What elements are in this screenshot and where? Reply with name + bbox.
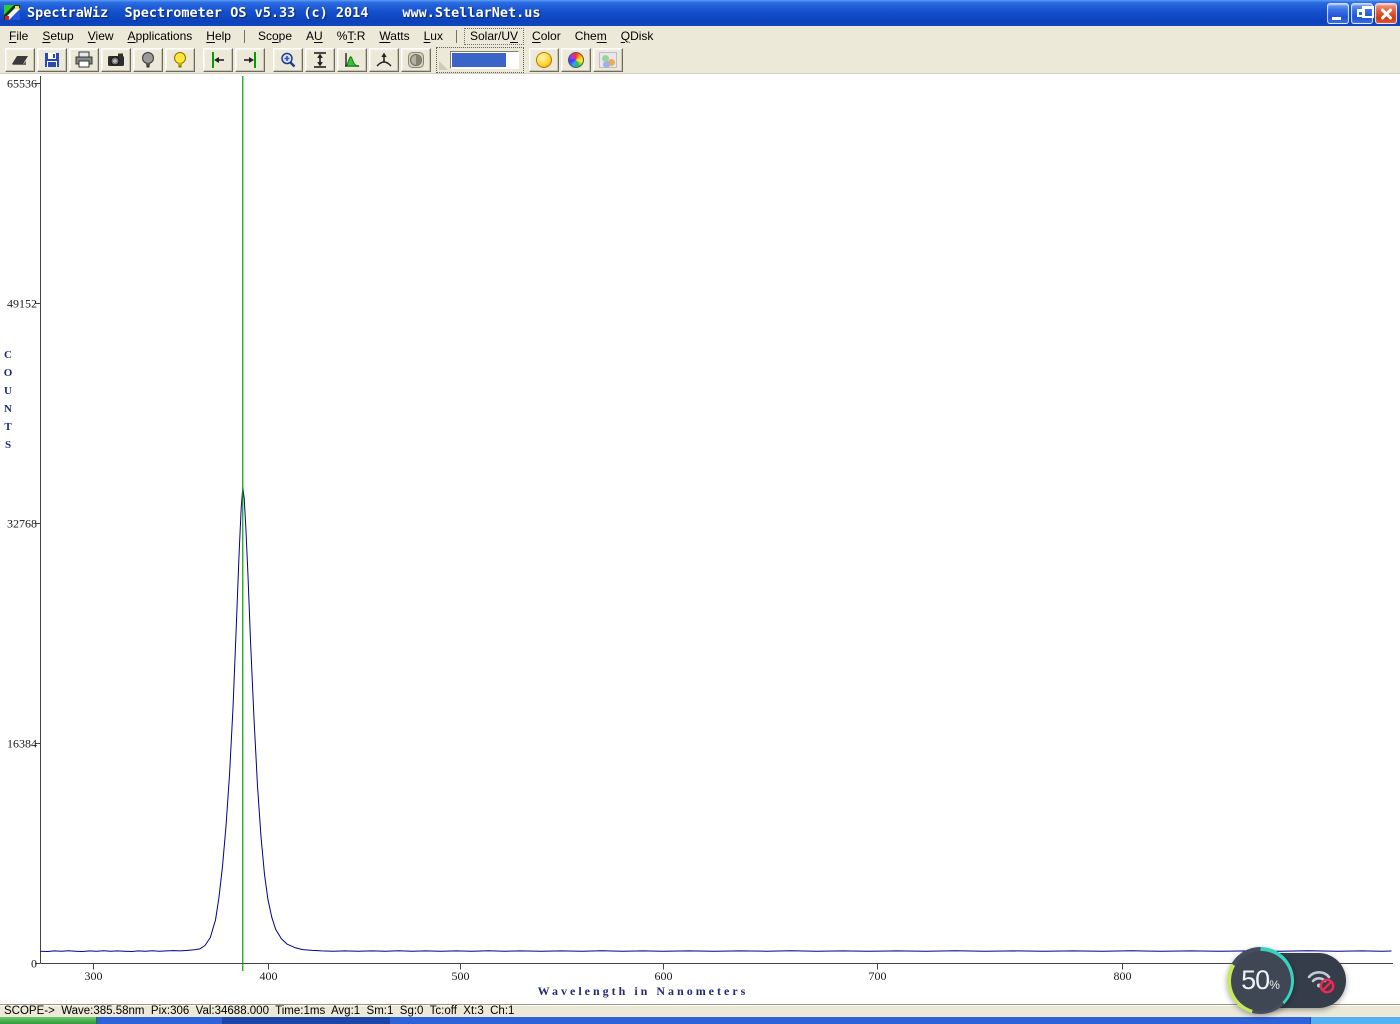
y-axis-label: COUNTS (3, 349, 13, 451)
x-tick-label: 400 (260, 969, 278, 983)
restore-button[interactable] (1351, 2, 1374, 24)
spectrum-chart[interactable]: 65536 49152 32768 16384 0 300 400 500 600 700 800 W… (0, 74, 1400, 1004)
cursor-right-button[interactable] (235, 47, 265, 72)
menu-item-au[interactable]: AU (299, 27, 330, 46)
snapshot-button[interactable] (101, 47, 131, 72)
lamp-off-icon (142, 51, 154, 67)
system-tray (1310, 1017, 1400, 1024)
menu-item-lux[interactable]: Lux (417, 27, 450, 46)
color-wheel-icon (568, 51, 584, 68)
wifi-off-icon (1307, 970, 1335, 993)
color-measure-icon (599, 51, 617, 68)
lamp-on-button[interactable] (165, 47, 195, 72)
menu-separator (243, 29, 245, 43)
peak-view-icon (345, 52, 359, 67)
x-axis-label: Wavelength in Nanometers (538, 984, 749, 998)
titlebar: SpectraWiz Spectrometer OS v5.33 (c) 201… (0, 0, 1400, 26)
menu-item-view[interactable]: View (81, 27, 121, 46)
plot-area[interactable]: 65536 49152 32768 16384 0 300 400 500 600 700 800 W… (0, 74, 1400, 1004)
lamp-off-button[interactable] (133, 47, 163, 72)
x-tick-label: 600 (655, 969, 673, 983)
menu-item-applications[interactable]: Applications (121, 27, 200, 46)
menu-item-color[interactable]: Color (525, 27, 568, 46)
dark-scan-button[interactable] (401, 47, 431, 72)
integration-progress-fill (452, 52, 506, 67)
menu-item-file[interactable]: File (2, 27, 35, 46)
status-text: SCOPE-> Wave:385.58nm Pix:306 Val:34688.… (4, 1005, 515, 1017)
window-title-url: www.StellarNet.us (402, 5, 541, 21)
app-icon (4, 4, 22, 22)
dark-scan-icon (408, 51, 424, 68)
integration-progress[interactable] (436, 46, 524, 73)
color-measure-button[interactable] (593, 47, 623, 72)
progress-percent: 50% (1241, 965, 1280, 995)
x-tick-label: 700 (869, 969, 887, 983)
zoom-in-button[interactable] (273, 47, 303, 72)
menu-item-solar-uv[interactable]: Solar/UV (463, 27, 525, 46)
app-window: SpectraWiz Spectrometer OS v5.33 (c) 201… (0, 0, 1400, 1024)
page-curl-icon (439, 60, 448, 70)
progress-circle-badge[interactable]: 50% (1227, 947, 1294, 1014)
save-icon (45, 52, 59, 67)
open-file-icon (12, 55, 28, 65)
print-icon (75, 51, 93, 67)
autoscale-y-icon (314, 51, 326, 68)
cursor-left-icon (212, 51, 224, 68)
menu-item-setup[interactable]: Setup (35, 27, 80, 46)
cursor-left-button[interactable] (203, 47, 233, 72)
color-wheel-button[interactable] (561, 47, 591, 72)
color-temp-sun-icon (536, 51, 552, 68)
peak-hold-button[interactable] (369, 47, 399, 72)
close-button[interactable] (1375, 2, 1397, 24)
open-file-button[interactable] (5, 47, 35, 72)
x-tick-label: 500 (452, 969, 470, 983)
taskbar (0, 1017, 1400, 1024)
minimize-button[interactable] (1327, 2, 1349, 24)
y-tick-label: 49152 (7, 297, 37, 311)
menu-item-help[interactable]: Help (199, 27, 238, 46)
print-button[interactable] (69, 47, 99, 72)
x-tick-label: 300 (85, 969, 103, 983)
zoom-in-icon (281, 52, 296, 67)
cursor-right-icon (244, 51, 256, 68)
minimize-icon (1332, 16, 1341, 20)
axes (35, 76, 1393, 970)
start-button[interactable] (0, 1017, 97, 1024)
y-tick-label: 32768 (7, 517, 37, 531)
recorder-overlay: 50% (1227, 947, 1349, 1015)
y-tick-label: 0 (31, 957, 37, 971)
taskbar-app-button[interactable] (222, 1017, 390, 1024)
lamp-on-icon (174, 51, 186, 67)
menu-item-qdisk[interactable]: QDisk (614, 27, 661, 46)
peak-hold-icon (376, 52, 392, 66)
menubar: File Setup View Applications Help Scope AU %T:R… (0, 26, 1400, 46)
y-tick-label: 16384 (7, 737, 37, 751)
restore-icon (1357, 5, 1374, 18)
snapshot-camera-icon (108, 53, 124, 66)
menu-item-chem[interactable]: Chem (568, 27, 614, 46)
toolbar (0, 46, 1400, 74)
y-tick-label: 65536 (7, 77, 37, 91)
x-tick-label: 800 (1114, 969, 1132, 983)
save-button[interactable] (37, 47, 67, 72)
menu-item-scope[interactable]: Scope (251, 27, 299, 46)
menu-item-watts[interactable]: Watts (372, 27, 416, 46)
window-title: SpectraWiz Spectrometer OS v5.33 (c) 201… (27, 5, 369, 21)
autoscale-y-button[interactable] (305, 47, 335, 72)
menu-item--t-r[interactable]: %T:R (330, 27, 373, 46)
statusbar: SCOPE-> Wave:385.58nm Pix:306 Val:34688.… (0, 1004, 1400, 1017)
color-temp-button[interactable] (529, 47, 559, 72)
menu-separator (455, 29, 457, 43)
peak-view-button[interactable] (337, 47, 367, 72)
